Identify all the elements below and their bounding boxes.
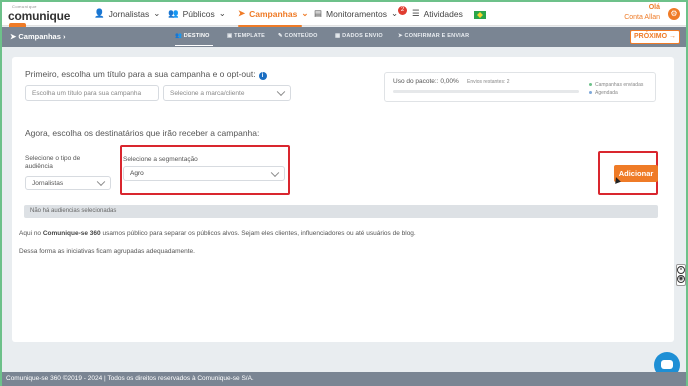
info-paragraph-1: Aqui no Comunique-se 360 usamos público … (19, 230, 416, 237)
monitor-icon: ▤ (314, 8, 323, 18)
brazil-flag-icon[interactable] (474, 11, 486, 19)
segment-label: Selecione a segmentação (123, 156, 198, 163)
list-icon: ☰ (412, 8, 420, 18)
nav-item-atividades[interactable]: ☰ Atividades (412, 8, 463, 19)
next-button[interactable]: PRÓXIMO → (630, 30, 680, 44)
chart-icon: ▦ (335, 33, 341, 39)
user-icon: 👤 (94, 8, 105, 18)
send-icon: ➤ (238, 8, 246, 18)
footer: Comunique-se 360 ©2019 - 2024 | Todos os… (2, 372, 686, 386)
segment-select[interactable]: Agro (123, 166, 285, 181)
legend-dot (589, 91, 592, 95)
nav-item-campanhas[interactable]: ➤ Campanhas ⌄ (238, 8, 308, 19)
recipients-title: Agora, escolha os destinatários que irão… (25, 128, 260, 138)
record-icon[interactable]: ◉ (677, 275, 685, 283)
info-paragraph-2: Dessa forma as iniciativas ficam agrupad… (19, 248, 195, 255)
breadcrumb[interactable]: ➤ Campanhas › (10, 32, 66, 41)
usage-progress-bar (393, 90, 579, 93)
package-usage-panel: Uso do pacote:: 0,00% Envios restantes: … (384, 72, 656, 102)
step-bar: ➤ Campanhas › 👥 DESTINO ▣ TEMPLATE ✎ CON… (2, 27, 686, 47)
nav-item-jornalistas[interactable]: 👤 Jornalistas ⌄ (94, 8, 160, 19)
side-widget[interactable]: × ◉ (676, 264, 686, 286)
active-step-indicator (175, 45, 213, 46)
chevron-down-icon: ⌄ (218, 8, 226, 18)
chevron-down-icon (276, 87, 286, 97)
top-navigation: Comunique comuniquese 👤 Jornalistas ⌄ 👥 … (2, 2, 686, 37)
audience-type-select[interactable]: Jornalistas (25, 176, 111, 190)
chevron-right-icon: › (63, 32, 66, 41)
info-icon[interactable]: i (258, 72, 267, 80)
empty-audience-notice: Não há audiencias selecionadas (24, 205, 658, 218)
chevron-down-icon (270, 168, 280, 177)
step-template[interactable]: ▣ TEMPLATE (227, 33, 265, 39)
close-icon[interactable]: × (677, 266, 685, 274)
chevron-down-icon: ⌄ (153, 8, 161, 18)
user-name[interactable]: Conta Allan (624, 14, 660, 21)
legend-scheduled: Agendada (589, 90, 618, 96)
usage-remaining: Envios restantes: 2 (467, 79, 510, 85)
step-confirmar-enviar[interactable]: ➤ CONFIRMAR E ENVIAR (398, 33, 469, 39)
image-icon: ▣ (227, 33, 233, 39)
chevron-down-icon: ⌄ (301, 8, 309, 18)
audience-type-label: Selecione o tipo de audiência (25, 155, 81, 170)
legend-dot (589, 83, 592, 87)
send-icon: ➤ (398, 33, 403, 39)
chevron-down-icon (96, 177, 106, 187)
nav-item-publicos[interactable]: 👥 Públicos ⌄ (168, 8, 226, 19)
user-greeting: Olá (648, 4, 660, 11)
settings-gear-icon[interactable]: ⚙ (668, 8, 680, 20)
campaign-title-input[interactable]: Escolha um título para sua campanha (25, 85, 159, 101)
step-destino[interactable]: 👥 DESTINO (175, 33, 210, 39)
send-icon: ➤ (10, 32, 17, 41)
usage-label: Uso do pacote:: 0,00% (393, 78, 459, 85)
notification-badge: 2 (398, 6, 407, 15)
logo[interactable]: Comunique comuniquese (8, 4, 80, 37)
campaign-form-card: Primeiro, escolha um título para a sua c… (12, 57, 674, 342)
arrow-right-icon: → (669, 33, 676, 40)
form-title: Primeiro, escolha um título para a sua c… (25, 69, 267, 80)
legend-sent: Campanhas enviadas (589, 82, 643, 88)
users-icon: 👥 (175, 33, 183, 39)
nav-item-monitoramentos[interactable]: ▤ Monitoramentos ⌄ (314, 8, 398, 19)
brand-select[interactable]: Selecione a marca/cliente (163, 85, 291, 101)
edit-icon: ✎ (278, 33, 283, 39)
step-dados-envio[interactable]: ▦ DADOS ENVIO (335, 33, 383, 39)
add-audience-button[interactable]: Adicionar (614, 165, 658, 182)
groups-icon: 👥 (168, 8, 179, 18)
step-conteudo[interactable]: ✎ CONTEÚDO (278, 33, 318, 39)
